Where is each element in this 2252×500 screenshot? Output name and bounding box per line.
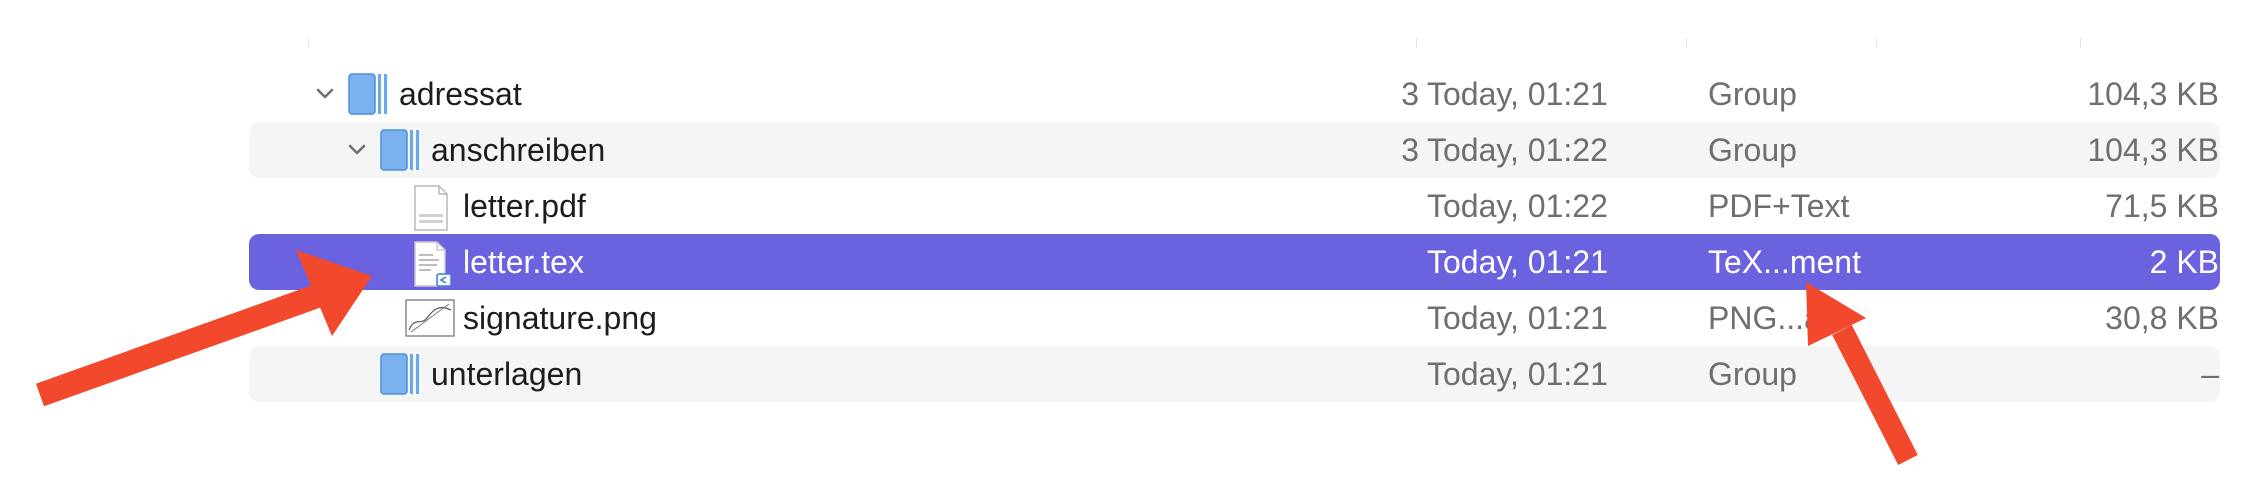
row-date: Today, 01:21 — [1427, 76, 1608, 112]
row-kind: Group — [1708, 356, 1797, 392]
table-row-selected[interactable]: letter.tex Today, 01:21 TeX...ment 2 KB — [249, 234, 2220, 290]
column-separator — [1876, 38, 1877, 48]
pdf-document-icon — [414, 185, 448, 231]
row-date: Today, 01:21 — [1427, 244, 1608, 280]
row-name: letter.pdf — [463, 188, 586, 224]
row-name: adressat — [399, 76, 522, 112]
row-name: signature.png — [463, 300, 657, 336]
column-separator — [1686, 38, 1687, 48]
row-name: unterlagen — [431, 356, 583, 392]
row-date: Today, 01:22 — [1427, 132, 1608, 168]
row-date: Today, 01:21 — [1427, 300, 1608, 336]
row-count: 3 — [1401, 132, 1419, 168]
folder-group-icon — [380, 129, 419, 171]
table-row[interactable]: letter.pdf Today, 01:22 PDF+Text 71,5 KB — [249, 178, 2220, 234]
row-date: Today, 01:22 — [1427, 188, 1608, 224]
row-name: anschreiben — [431, 132, 606, 168]
row-count: 3 — [1401, 76, 1419, 112]
row-size: 71,5 KB — [2105, 188, 2219, 224]
row-size: 104,3 KB — [2087, 76, 2219, 112]
row-size: – — [2201, 356, 2219, 392]
row-kind: PDF+Text — [1708, 188, 1850, 224]
folder-group-icon — [380, 353, 419, 395]
table-row[interactable]: anschreiben 3 Today, 01:22 Group 104,3 K… — [249, 122, 2220, 178]
table-row[interactable]: adressat 3 Today, 01:21 Group 104,3 KB — [249, 66, 2220, 122]
row-kind: Group — [1708, 132, 1797, 168]
chevron-down-icon[interactable] — [343, 136, 371, 164]
column-separator — [2080, 38, 2081, 48]
row-kind: PNG...a — [1708, 300, 1822, 336]
png-image-icon — [405, 299, 455, 337]
row-size: 104,3 KB — [2087, 132, 2219, 168]
table-row[interactable]: signature.png Today, 01:21 PNG...a 30,8 … — [249, 290, 2220, 346]
folder-group-icon — [348, 73, 387, 115]
row-kind: Group — [1708, 76, 1797, 112]
row-name: letter.tex — [463, 244, 584, 280]
chevron-down-icon[interactable] — [311, 80, 339, 108]
row-date: Today, 01:21 — [1427, 356, 1608, 392]
row-kind: TeX...ment — [1708, 244, 1861, 280]
tex-document-icon — [414, 241, 452, 287]
row-size: 2 KB — [2149, 244, 2219, 280]
row-size: 30,8 KB — [2105, 300, 2219, 336]
table-row[interactable]: unterlagen Today, 01:21 Group – — [249, 346, 2220, 402]
column-separator — [1416, 38, 1417, 48]
column-separator — [308, 38, 309, 48]
